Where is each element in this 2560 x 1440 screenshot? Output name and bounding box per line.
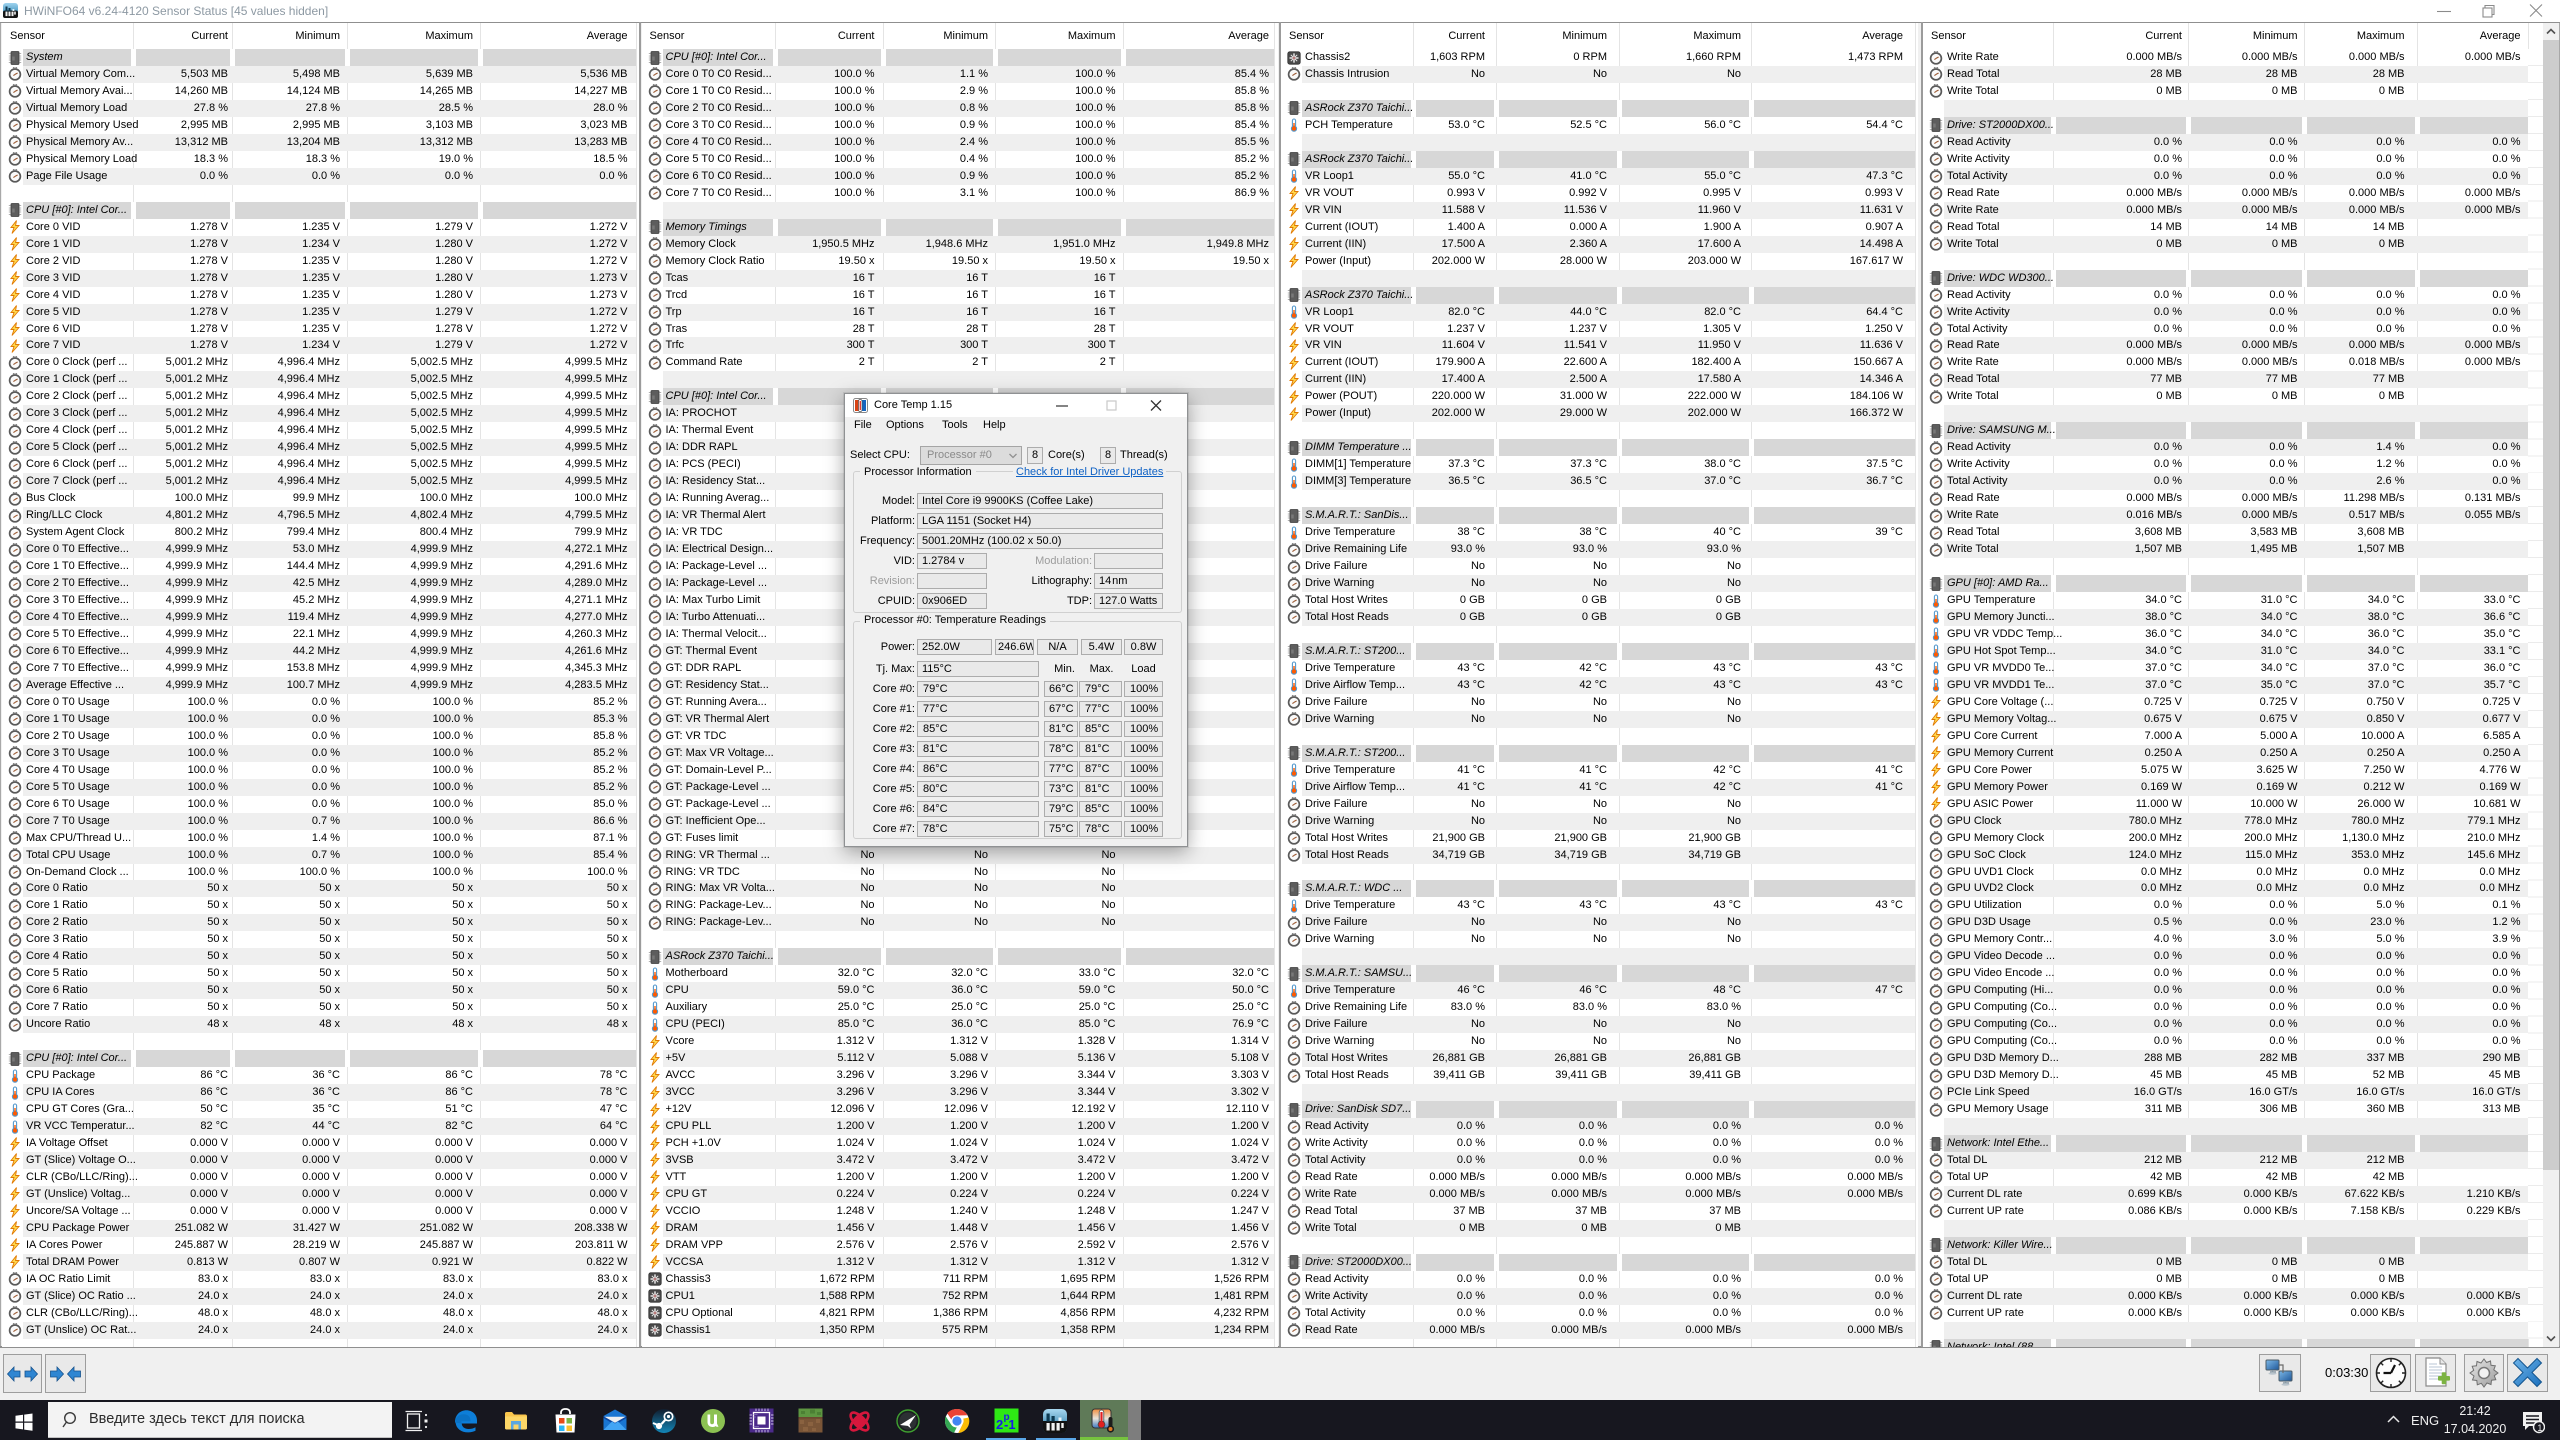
svg-text:2: 2 [996, 1417, 1003, 1432]
svg-text:1: 1 [2537, 1423, 2542, 1433]
svg-text:-1: -1 [1004, 1417, 1016, 1432]
